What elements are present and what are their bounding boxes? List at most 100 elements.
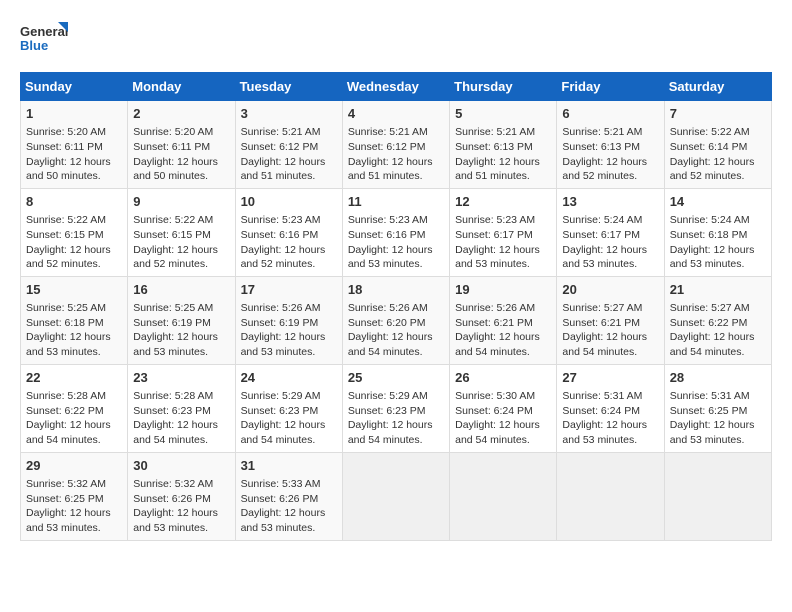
calendar-cell: 22Sunrise: 5:28 AMSunset: 6:22 PMDayligh… <box>21 364 128 452</box>
day-info-line: Sunrise: 5:21 AM <box>241 125 337 140</box>
calendar-cell: 28Sunrise: 5:31 AMSunset: 6:25 PMDayligh… <box>664 364 771 452</box>
day-info-line: Sunset: 6:24 PM <box>455 404 551 419</box>
day-info-line: and 52 minutes. <box>26 257 122 272</box>
day-number: 26 <box>455 369 551 387</box>
day-info-line: Daylight: 12 hours <box>348 418 444 433</box>
calendar-cell: 19Sunrise: 5:26 AMSunset: 6:21 PMDayligh… <box>450 276 557 364</box>
day-info-line: and 54 minutes. <box>562 345 658 360</box>
week-row-3: 15Sunrise: 5:25 AMSunset: 6:18 PMDayligh… <box>21 276 772 364</box>
day-info-line: and 54 minutes. <box>241 433 337 448</box>
calendar-cell: 9Sunrise: 5:22 AMSunset: 6:15 PMDaylight… <box>128 188 235 276</box>
day-number: 28 <box>670 369 766 387</box>
day-info-line: Sunrise: 5:30 AM <box>455 389 551 404</box>
day-info-line: Daylight: 12 hours <box>26 155 122 170</box>
calendar-cell: 13Sunrise: 5:24 AMSunset: 6:17 PMDayligh… <box>557 188 664 276</box>
day-info-line: Sunrise: 5:26 AM <box>348 301 444 316</box>
day-info-line: Sunset: 6:16 PM <box>241 228 337 243</box>
day-info-line: Sunset: 6:17 PM <box>455 228 551 243</box>
logo-svg: General Blue <box>20 20 70 62</box>
day-info-line: Sunset: 6:25 PM <box>670 404 766 419</box>
calendar-cell <box>557 452 664 540</box>
day-info-line: Daylight: 12 hours <box>133 155 229 170</box>
calendar-cell: 7Sunrise: 5:22 AMSunset: 6:14 PMDaylight… <box>664 101 771 189</box>
day-info-line: Sunset: 6:15 PM <box>133 228 229 243</box>
day-number: 11 <box>348 193 444 211</box>
calendar-cell: 20Sunrise: 5:27 AMSunset: 6:21 PMDayligh… <box>557 276 664 364</box>
day-number: 2 <box>133 105 229 123</box>
day-info-line: and 53 minutes. <box>562 433 658 448</box>
day-info-line: Sunrise: 5:22 AM <box>670 125 766 140</box>
calendar-table: SundayMondayTuesdayWednesdayThursdayFrid… <box>20 72 772 541</box>
day-info-line: Sunset: 6:26 PM <box>133 492 229 507</box>
day-info-line: Daylight: 12 hours <box>670 243 766 258</box>
day-number: 16 <box>133 281 229 299</box>
day-info-line: Sunset: 6:12 PM <box>241 140 337 155</box>
day-info-line: Daylight: 12 hours <box>241 243 337 258</box>
day-info-line: Daylight: 12 hours <box>455 330 551 345</box>
day-info-line: Sunset: 6:22 PM <box>670 316 766 331</box>
day-info-line: and 53 minutes. <box>670 257 766 272</box>
day-number: 19 <box>455 281 551 299</box>
day-number: 23 <box>133 369 229 387</box>
day-info-line: Sunrise: 5:24 AM <box>670 213 766 228</box>
day-info-line: Sunrise: 5:22 AM <box>133 213 229 228</box>
day-number: 27 <box>562 369 658 387</box>
day-number: 25 <box>348 369 444 387</box>
day-number: 4 <box>348 105 444 123</box>
day-info-line: Daylight: 12 hours <box>26 418 122 433</box>
day-info-line: Sunset: 6:11 PM <box>133 140 229 155</box>
calendar-cell: 4Sunrise: 5:21 AMSunset: 6:12 PMDaylight… <box>342 101 449 189</box>
day-info-line: Daylight: 12 hours <box>562 330 658 345</box>
day-info-line: Sunrise: 5:28 AM <box>133 389 229 404</box>
day-info-line: Sunrise: 5:29 AM <box>348 389 444 404</box>
day-info-line: Sunrise: 5:20 AM <box>26 125 122 140</box>
calendar-cell: 6Sunrise: 5:21 AMSunset: 6:13 PMDaylight… <box>557 101 664 189</box>
day-info-line: Sunrise: 5:23 AM <box>241 213 337 228</box>
day-info-line: Sunrise: 5:23 AM <box>348 213 444 228</box>
day-info-line: Sunset: 6:16 PM <box>348 228 444 243</box>
day-number: 5 <box>455 105 551 123</box>
day-info-line: and 54 minutes. <box>455 433 551 448</box>
day-number: 30 <box>133 457 229 475</box>
calendar-cell: 17Sunrise: 5:26 AMSunset: 6:19 PMDayligh… <box>235 276 342 364</box>
day-info-line: Daylight: 12 hours <box>670 155 766 170</box>
day-info-line: Daylight: 12 hours <box>241 330 337 345</box>
day-info-line: Sunset: 6:20 PM <box>348 316 444 331</box>
day-info-line: and 52 minutes. <box>133 257 229 272</box>
day-info-line: Sunset: 6:18 PM <box>670 228 766 243</box>
day-info-line: Sunset: 6:19 PM <box>241 316 337 331</box>
day-number: 13 <box>562 193 658 211</box>
column-header-sunday: Sunday <box>21 73 128 101</box>
day-info-line: Sunset: 6:13 PM <box>562 140 658 155</box>
logo: General Blue <box>20 20 70 62</box>
day-info-line: Sunset: 6:23 PM <box>348 404 444 419</box>
calendar-cell: 3Sunrise: 5:21 AMSunset: 6:12 PMDaylight… <box>235 101 342 189</box>
day-info-line: Sunset: 6:26 PM <box>241 492 337 507</box>
day-info-line: Daylight: 12 hours <box>26 506 122 521</box>
day-number: 18 <box>348 281 444 299</box>
day-info-line: and 53 minutes. <box>26 521 122 536</box>
day-info-line: Sunrise: 5:29 AM <box>241 389 337 404</box>
calendar-cell: 8Sunrise: 5:22 AMSunset: 6:15 PMDaylight… <box>21 188 128 276</box>
day-info-line: Sunset: 6:24 PM <box>562 404 658 419</box>
day-info-line: Daylight: 12 hours <box>348 243 444 258</box>
day-info-line: Daylight: 12 hours <box>455 418 551 433</box>
day-info-line: Daylight: 12 hours <box>562 243 658 258</box>
week-row-5: 29Sunrise: 5:32 AMSunset: 6:25 PMDayligh… <box>21 452 772 540</box>
day-info-line: and 51 minutes. <box>455 169 551 184</box>
calendar-cell: 2Sunrise: 5:20 AMSunset: 6:11 PMDaylight… <box>128 101 235 189</box>
day-info-line: Sunrise: 5:22 AM <box>26 213 122 228</box>
day-info-line: and 53 minutes. <box>26 345 122 360</box>
day-info-line: Daylight: 12 hours <box>455 243 551 258</box>
calendar-cell <box>664 452 771 540</box>
day-info-line: Sunset: 6:12 PM <box>348 140 444 155</box>
day-number: 7 <box>670 105 766 123</box>
day-info-line: Sunrise: 5:25 AM <box>133 301 229 316</box>
day-info-line: and 54 minutes. <box>26 433 122 448</box>
day-info-line: Sunrise: 5:25 AM <box>26 301 122 316</box>
calendar-cell: 23Sunrise: 5:28 AMSunset: 6:23 PMDayligh… <box>128 364 235 452</box>
column-header-thursday: Thursday <box>450 73 557 101</box>
day-info-line: and 52 minutes. <box>241 257 337 272</box>
calendar-cell: 31Sunrise: 5:33 AMSunset: 6:26 PMDayligh… <box>235 452 342 540</box>
day-info-line: Sunrise: 5:21 AM <box>348 125 444 140</box>
